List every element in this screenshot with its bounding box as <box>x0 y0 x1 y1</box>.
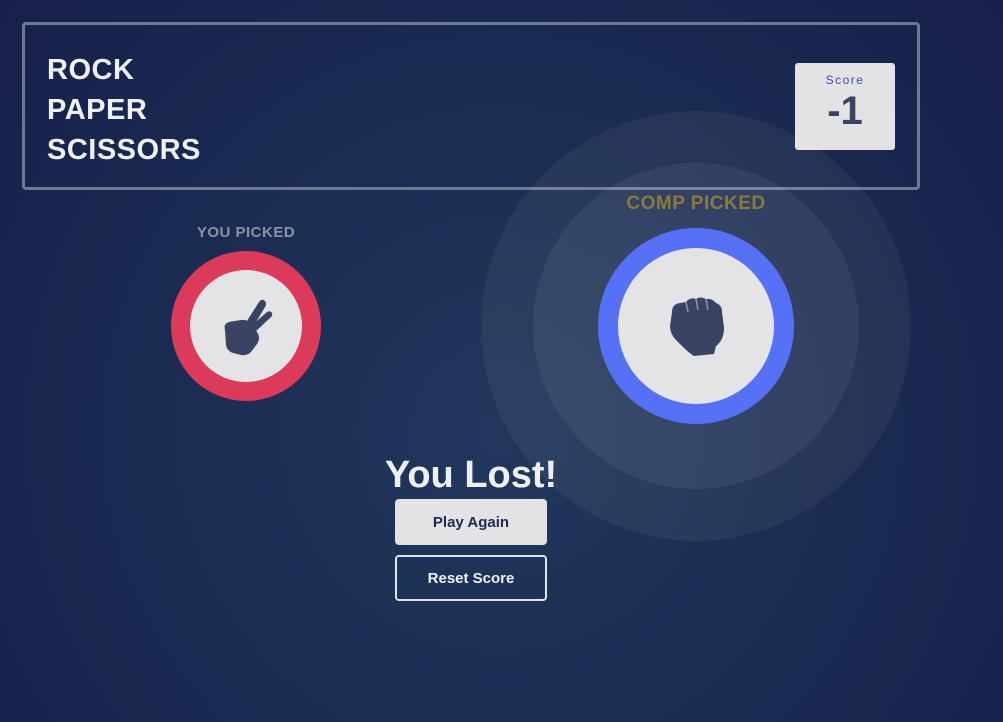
comp-picked-label: COMP PICKED <box>626 193 766 214</box>
result-text: You Lost! <box>384 454 558 496</box>
title-line-scissors: SCISSORS <box>47 134 201 166</box>
you-picked-label: YOU PICKED <box>196 224 296 241</box>
title-line-paper: PAPER <box>47 94 148 126</box>
score-box: Score -1 <box>795 63 895 150</box>
game-title: ROCK PAPER SCISSORS <box>47 50 201 170</box>
rock-fist-icon <box>670 297 724 356</box>
computer-pick-token <box>598 228 794 424</box>
score-label: Score <box>825 73 865 87</box>
reset-score-button[interactable]: Reset Score <box>395 555 547 601</box>
player-pick-token <box>171 251 321 401</box>
score-value: -1 <box>827 89 863 133</box>
title-line-rock: ROCK <box>47 54 135 86</box>
play-again-button[interactable]: Play Again <box>395 499 547 545</box>
scissors-hand-icon <box>224 299 273 356</box>
